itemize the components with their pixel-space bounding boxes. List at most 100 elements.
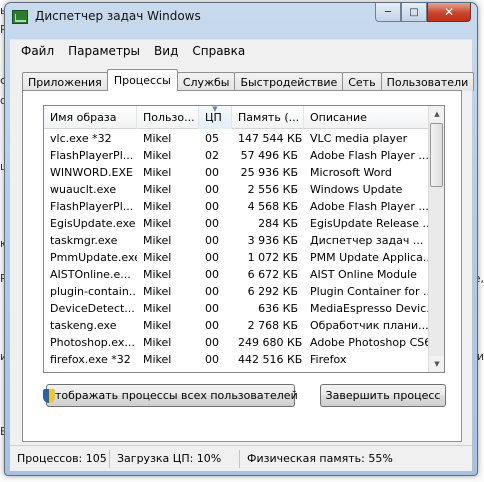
client-area: Приложения Процессы Службы Быстродействи… xyxy=(10,61,475,471)
process-user: Mikel xyxy=(143,132,172,145)
process-memory: 17 596 КБ xyxy=(232,370,304,372)
process-description: Adobe Photoshop CS6 xyxy=(310,336,430,349)
process-image-name: wuauclt.exe xyxy=(50,183,117,196)
process-cpu: 00 xyxy=(205,268,219,281)
process-user: Mikel xyxy=(143,302,172,315)
process-memory: 3 936 КБ xyxy=(247,234,298,247)
window-title: Диспетчер задач Windows xyxy=(35,9,201,23)
process-memory: 4 568 КБ xyxy=(247,200,298,213)
table-row[interactable]: firefox.exe *32 Mikel 00 442 516 КБ Firefox xyxy=(44,351,430,368)
process-cpu: 00 xyxy=(205,251,219,264)
table-row[interactable]: wuauclt.exe Mikel 00 2 556 КБ Windows Update xyxy=(44,181,430,198)
process-user: Mikel xyxy=(143,234,172,247)
column-description[interactable]: Описание xyxy=(304,106,430,129)
menu-options[interactable]: Параметры xyxy=(61,44,147,58)
process-memory: 57 496 КБ xyxy=(240,149,298,162)
scroll-up-icon[interactable]: ▲ xyxy=(429,106,444,122)
tab-users[interactable]: Пользователи xyxy=(380,72,475,91)
status-bar: Процессов: 105 Загрузка ЦП: 10% Физическ… xyxy=(10,445,472,471)
process-cpu: 00 xyxy=(205,183,219,196)
maximize-button[interactable]: □ xyxy=(401,3,427,22)
process-description: Adobe Flash Player ... xyxy=(310,149,429,162)
vertical-scrollbar[interactable]: ▲ ▼ xyxy=(428,106,444,372)
process-image-name: FlashPlayerPl... xyxy=(50,149,134,162)
minimize-button[interactable]: ─ xyxy=(375,3,401,22)
tab-services[interactable]: Службы xyxy=(176,72,236,91)
process-memory: 147 544 КБ xyxy=(238,132,303,145)
table-row[interactable]: DeviceDetect... Mikel 00 636 КБ MediaEspress… xyxy=(44,300,430,317)
process-memory: 284 КБ xyxy=(258,217,298,230)
process-user: Mikel xyxy=(143,268,172,281)
tab-networking[interactable]: Сеть xyxy=(342,72,382,91)
process-image-name: DeviceDetect... xyxy=(50,302,135,315)
table-row[interactable]: FlashPlayerPl... Mikel 02 57 496 КБ Adobe Fl… xyxy=(44,147,430,164)
process-user: Mikel xyxy=(143,183,172,196)
table-row[interactable]: FlashPlayerPl... Mikel 00 4 568 КБ Adobe Fla… xyxy=(44,198,430,215)
process-user: Mikel xyxy=(143,149,172,162)
scroll-down-icon[interactable]: ▼ xyxy=(429,356,444,372)
column-memory[interactable]: Память (... xyxy=(232,106,304,129)
show-all-users-button[interactable]: Отображать процессы всех пользователей xyxy=(43,384,298,407)
process-description: Windows Update xyxy=(310,183,403,196)
process-list[interactable]: Имя образа Пользо... ▼ ЦП Память (... Оп… xyxy=(43,105,445,373)
table-row[interactable]: vlc.exe *32 Mikel 05 147 544 КБ VLC media pl… xyxy=(44,130,430,147)
title-bar[interactable]: Диспетчер задач Windows ─ □ ✕ xyxy=(5,3,477,31)
process-cpu: 00 xyxy=(205,336,219,349)
process-cpu: 00 xyxy=(205,234,219,247)
process-description: Диспетчер задач ... xyxy=(310,234,424,247)
status-physical-memory: Физическая память: 55% xyxy=(247,452,393,465)
tab-processes[interactable]: Процессы xyxy=(106,69,178,91)
table-row[interactable]: EgisUpdate.exe Mikel 00 284 КБ EgisUpdate Re… xyxy=(44,215,430,232)
table-row[interactable]: plugin-contain... Mikel 00 6 292 КБ Plugin C… xyxy=(44,283,430,300)
process-user: Mikel xyxy=(137,370,199,372)
process-cpu: 02 xyxy=(205,149,219,162)
table-row[interactable]: taskmgr.exe Mikel 00 3 936 КБ Диспетчер зада… xyxy=(44,232,430,249)
process-image-name: plugin-contain... xyxy=(50,285,137,298)
process-cpu: 00 xyxy=(205,166,219,179)
status-process-count: Процессов: 105 xyxy=(10,449,110,468)
process-description: EgisUpdate Release ... xyxy=(310,217,430,230)
process-cpu: 00 xyxy=(205,200,219,213)
table-row[interactable]: WINWORD.EXE Mikel 00 25 936 КБ Microsoft Wor… xyxy=(44,164,430,181)
table-row[interactable]: taskeng.exe Mikel 00 2 768 КБ Обработчик пла… xyxy=(44,317,430,334)
end-process-button[interactable]: Завершить процесс xyxy=(320,384,446,407)
process-image-name: vlc.exe *32 xyxy=(50,132,112,145)
process-description: Проводник xyxy=(304,370,430,372)
task-manager-icon xyxy=(12,10,28,24)
process-memory: 6 292 КБ xyxy=(247,285,298,298)
process-cpu: 00 xyxy=(205,302,219,315)
process-memory: 2 768 КБ xyxy=(247,319,298,332)
process-image-name: EgisUpdate.exe xyxy=(50,217,136,230)
task-manager-window: Диспетчер задач Windows ─ □ ✕ Файл Парам… xyxy=(4,2,478,476)
column-cpu[interactable]: ▼ ЦП xyxy=(199,106,232,129)
column-user[interactable]: Пользо... xyxy=(137,106,199,129)
process-cpu: 00 xyxy=(205,319,219,332)
process-image-name: explorer.exe xyxy=(44,370,137,372)
process-cpu: 00 xyxy=(205,353,219,366)
table-row[interactable]: Photoshop.ex... Mikel 00 249 680 КБ Adobe Ph… xyxy=(44,334,430,351)
caption-buttons: ─ □ ✕ xyxy=(375,3,471,23)
sort-descending-icon: ▼ xyxy=(212,106,218,113)
table-row[interactable]: AISTOnline.e... Mikel 00 6 672 КБ AIST Onlin… xyxy=(44,266,430,283)
column-image-name[interactable]: Имя образа xyxy=(44,106,137,129)
process-cpu: 00 xyxy=(199,370,232,372)
process-image-name: WINWORD.EXE xyxy=(50,166,133,179)
menu-file[interactable]: Файл xyxy=(14,44,61,58)
process-image-name: AISTOnline.e... xyxy=(50,268,131,281)
process-image-name: FlashPlayerPl... xyxy=(50,200,134,213)
list-header: Имя образа Пользо... ▼ ЦП Память (... Оп… xyxy=(44,106,430,129)
process-user: Mikel xyxy=(143,353,172,366)
menu-help[interactable]: Справка xyxy=(185,44,252,58)
table-row[interactable]: PmmUpdate.exe Mikel 00 1 072 КБ PMM Update A… xyxy=(44,249,430,266)
table-row[interactable]: explorer.exeMikel0017 596 КБПроводник xyxy=(44,368,430,372)
scroll-thumb[interactable] xyxy=(430,123,443,187)
tab-performance[interactable]: Быстродействие xyxy=(234,72,344,91)
process-memory: 6 672 КБ xyxy=(247,268,298,281)
process-image-name: taskeng.exe xyxy=(50,319,117,332)
process-user: Mikel xyxy=(143,285,172,298)
menu-view[interactable]: Вид xyxy=(147,44,185,58)
close-button[interactable]: ✕ xyxy=(427,3,471,22)
process-description: Microsoft Word xyxy=(310,166,392,179)
tab-applications[interactable]: Приложения xyxy=(22,72,108,91)
process-user: Mikel xyxy=(143,200,172,213)
